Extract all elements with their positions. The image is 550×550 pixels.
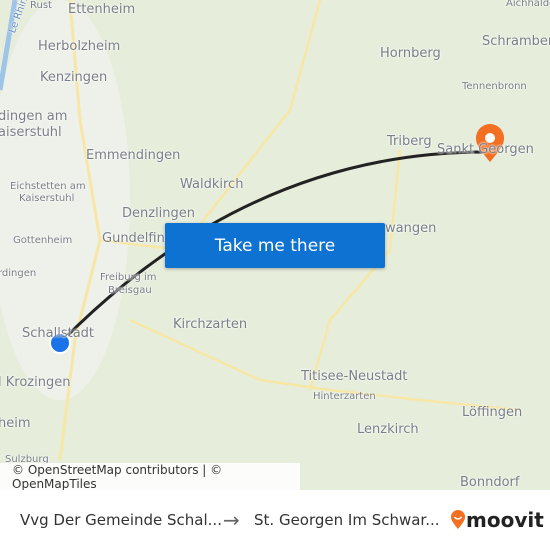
map-label: Löffingen [462, 405, 523, 420]
map-label: heim [0, 416, 31, 431]
map-label: Rust [30, 0, 52, 11]
brand-name: moovit [466, 508, 544, 532]
map-label: Herbolzheim [38, 39, 121, 54]
map-label: Bonndorf [460, 475, 520, 490]
map-label: rdingen [0, 268, 37, 279]
map-label: aiserstuhl [0, 125, 62, 140]
map-label: Hinterzarten [313, 391, 376, 402]
map-label: Sankt Georgen [437, 142, 534, 157]
map[interactable]: Rust Ettenheim Herbolzheim Kenzingen din… [0, 0, 550, 490]
map-label: Lenzkirch [357, 422, 419, 437]
map-label: l Krozingen [0, 375, 71, 390]
moovit-logo: moovit [450, 508, 544, 532]
map-label: Breisgau [108, 285, 152, 296]
map-label: Ettenheim [68, 2, 136, 17]
take-me-there-button[interactable]: Take me there [165, 223, 385, 268]
map-label: Eichstetten am [10, 181, 86, 192]
map-label: Triberg [387, 134, 432, 149]
arrow-right-icon: → [223, 508, 240, 532]
map-label: Freiburg im [100, 272, 157, 283]
destination-name: St. Georgen Im Schwar... [254, 511, 440, 529]
attribution-text[interactable]: © OpenStreetMap contributors | © OpenMap… [12, 463, 300, 491]
map-label: Gottenheim [13, 235, 73, 246]
map-label: dingen am [0, 109, 68, 124]
map-label: Denzlingen [122, 206, 196, 221]
map-label: Titisee-Neustadt [301, 369, 408, 384]
map-label: Schramberg [482, 34, 550, 49]
footer: Vvg Der Gemeinde Schal... → St. Georgen … [0, 490, 550, 550]
map-label: Emmendingen [86, 148, 181, 163]
moovit-pin-icon [451, 510, 465, 529]
origin-name: Vvg Der Gemeinde Schal... [20, 511, 222, 529]
map-label: Aichhalde [506, 0, 550, 9]
map-label: wangen [385, 221, 437, 236]
map-attribution[interactable]: © OpenStreetMap contributors | © OpenMap… [0, 463, 300, 490]
map-label: Kaiserstuhl [19, 193, 75, 204]
map-label: Schallstadt [22, 326, 95, 341]
map-label: Tennenbronn [462, 81, 527, 92]
map-label: Waldkirch [180, 177, 244, 192]
map-label: Kenzingen [40, 70, 108, 85]
map-label: Kirchzarten [173, 317, 248, 332]
map-label: Hornberg [380, 46, 441, 61]
